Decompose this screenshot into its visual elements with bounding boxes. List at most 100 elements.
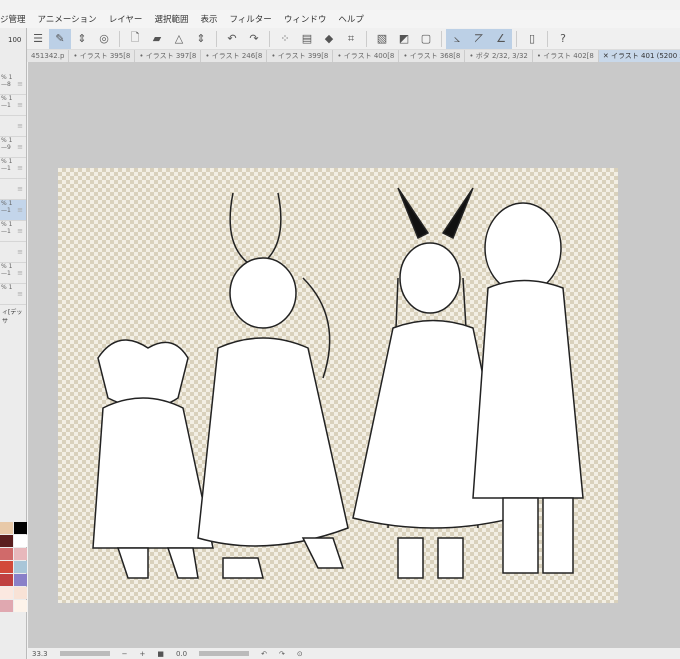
layer-row[interactable]: ≡ [0,116,26,137]
open-folder-icon[interactable]: ▰ [146,29,168,49]
layer-label: % 1 [1,284,13,291]
layer-row[interactable]: % 1 —1 ≡ [0,95,26,116]
zoom-out-icon[interactable]: − [122,650,128,658]
color-swatch[interactable] [14,522,27,534]
color-swatch[interactable] [0,574,13,586]
zoom-slider[interactable] [59,651,110,656]
drag-handle-icon[interactable]: ≡ [17,143,23,151]
drag-handle-icon[interactable]: ≡ [17,269,23,277]
color-swatch[interactable] [14,548,27,560]
layer-row[interactable]: % 1 ≡ [0,284,26,305]
edit-icon[interactable]: ✎ [49,28,71,49]
color-swatch[interactable] [0,587,13,599]
menu-item[interactable]: レイヤー [109,13,143,25]
target-icon[interactable]: ◎ [93,29,115,49]
color-swatch[interactable] [14,535,27,547]
undo-icon[interactable]: ↶ [221,29,243,49]
document-tab[interactable]: • イラスト 402[8 [533,50,599,62]
document-tab[interactable]: • イラスト 400[8 [333,50,400,62]
document-tab[interactable]: • イラスト 397[8 [135,50,202,62]
chevron-updown-icon[interactable]: ⇕ [71,29,93,49]
color-swatch[interactable] [0,600,13,612]
redo-icon[interactable]: ↷ [243,29,265,49]
menu-item[interactable]: フィルター [229,13,271,25]
zoom-value[interactable]: 33.3 [32,650,48,658]
drag-handle-icon[interactable]: ≡ [17,185,23,193]
status-bar: 33.3 − + ■ 0.0 ↶ ↷ ⊙ [28,648,680,659]
drag-handle-icon[interactable]: ≡ [17,206,23,214]
fill-icon[interactable]: ◆ [318,29,340,49]
document-tab[interactable]: • ボタ 2/32, 3/32 [465,50,533,62]
artwork [92,187,584,579]
menu-item[interactable]: アニメーション [38,13,97,25]
ruler-snap-icon[interactable]: ⦣ [446,28,468,49]
grid-snap-icon[interactable]: ∠ [490,28,512,49]
zoom-in-icon[interactable]: + [139,650,145,658]
document-tab[interactable]: • イラスト 246[8 [201,50,268,62]
drag-handle-icon[interactable]: ≡ [17,122,23,130]
layer-row[interactable]: % 1 —1 ≡ [0,263,26,284]
menu-icon[interactable]: ☰ [27,29,49,49]
document-tab[interactable]: ✕ イラスト 401 (5200 x 4047 [598,50,680,62]
layer-row[interactable]: % 1 —1 ≡ [0,200,26,221]
drag-handle-icon[interactable]: ≡ [17,101,23,109]
layer-row[interactable]: ≡ [0,179,26,200]
layer-label: % 1 —1 [1,158,13,172]
invert-icon[interactable]: ◩ [393,29,415,49]
drag-handle-icon[interactable]: ≡ [17,80,23,88]
drag-handle-icon[interactable]: ≡ [17,290,23,298]
device-icon[interactable]: ▯ [521,29,543,49]
color-swatch[interactable] [0,561,13,573]
color-swatch[interactable] [0,535,13,547]
copy-icon[interactable]: ▤ [296,29,318,49]
color-swatch[interactable] [14,574,27,586]
special-ruler-snap-icon[interactable]: ⦢ [468,28,490,49]
rotate-slider[interactable] [199,651,250,656]
tool-properties [0,327,26,502]
chevron-updown-icon[interactable]: ⇕ [190,29,212,49]
document-tab[interactable]: 451342.p [27,50,70,62]
reset-rotation-icon[interactable]: ⊙ [297,650,303,658]
selection-icon[interactable]: ▢ [415,29,437,49]
color-swatch[interactable] [14,587,27,599]
layer-row[interactable]: % 1 —8 ≡ [0,74,26,95]
menu-item[interactable]: 選択範囲 [154,13,188,25]
document-tabs: 451342.p • イラスト 395[8 • イラスト 397[8 • イラスト 2… [27,50,680,62]
drag-handle-icon[interactable]: ≡ [17,227,23,235]
document-tab[interactable]: • イラスト 395[8 [69,50,136,62]
layer-row[interactable]: ≡ [0,242,26,263]
rotate-right-icon[interactable]: ↷ [279,650,285,658]
color-swatch[interactable] [14,600,27,612]
document-tab[interactable]: • イラスト 368[8 [399,50,466,62]
document-tab[interactable]: • イラスト 399[8 [267,50,334,62]
rotate-left-icon[interactable]: ↶ [261,650,267,658]
loading-icon[interactable]: ⁘ [274,29,296,49]
drag-handle-icon[interactable]: ≡ [17,164,23,172]
opacity-field[interactable]: 100 [0,28,26,56]
layer-label: % 1 —1 [1,263,13,277]
drag-handle-icon[interactable]: ≡ [17,248,23,256]
canvas-area[interactable] [28,62,680,648]
layer-row[interactable]: % 1 —1 ≡ [0,221,26,242]
transform-icon[interactable]: ⌗ [340,29,362,49]
menu-item[interactable]: ヘルプ [338,13,364,25]
fit-icon[interactable]: ■ [157,650,164,658]
color-swatch[interactable] [0,548,13,560]
color-swatch[interactable] [0,522,13,534]
save-icon[interactable]: △ [168,29,190,49]
color-swatch[interactable] [14,561,27,573]
menu-item[interactable]: 表示 [200,13,217,25]
layer-label: % 1 —1 [1,200,13,214]
panel-title: ィ[デッサ [2,309,23,325]
layer-row[interactable]: % 1 —1 ≡ [0,158,26,179]
layer-controls [0,56,26,74]
menu-item[interactable]: ウィンドウ [284,13,327,25]
help-icon[interactable]: ? [552,29,574,49]
new-file-icon[interactable]: 🗋 [124,29,146,49]
drawing-canvas[interactable] [58,168,618,603]
menu-bar: ジ管理 アニメーション レイヤー 選択範囲 表示 フィルター ウィンドウ ヘルプ [0,10,680,28]
clear-selection-icon[interactable]: ▧ [371,29,393,49]
layer-row[interactable]: % 1 —9 ≡ [0,137,26,158]
menu-item[interactable]: ジ管理 [0,13,26,25]
angle-value[interactable]: 0.0 [176,650,187,658]
